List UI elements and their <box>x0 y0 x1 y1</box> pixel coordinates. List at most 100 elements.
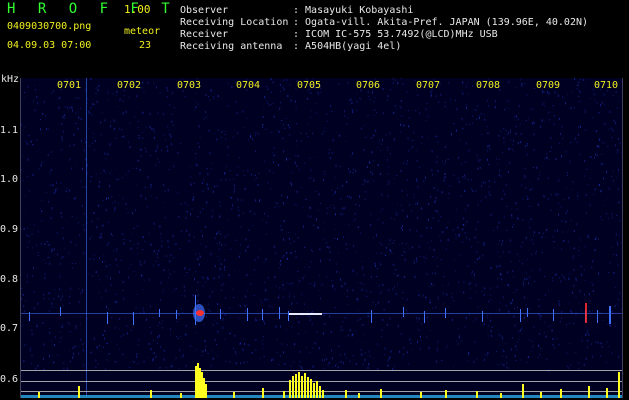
noise-dot <box>566 352 568 354</box>
noise-dot <box>367 315 369 318</box>
noise-dot <box>400 107 402 109</box>
noise-dot <box>216 232 218 235</box>
noise-dot <box>454 99 456 101</box>
noise-dot <box>387 95 389 98</box>
noise-dot <box>170 365 172 368</box>
noise-dot <box>32 144 34 146</box>
noise-dot <box>115 137 117 139</box>
noise-dot <box>145 150 147 153</box>
noise-dot <box>116 90 118 93</box>
noise-dot <box>451 293 453 295</box>
noise-dot <box>52 249 54 252</box>
noise-dot <box>265 258 267 261</box>
noise-dot <box>319 203 321 204</box>
noise-dot <box>510 129 511 131</box>
noise-dot <box>309 116 311 118</box>
noise-dot <box>498 334 500 336</box>
noise-dot <box>474 261 476 263</box>
noise-dot <box>216 322 218 324</box>
noise-dot <box>68 350 70 352</box>
noise-dot <box>61 215 62 218</box>
noise-dot <box>105 172 107 174</box>
noise-dot <box>189 233 190 236</box>
noise-dot <box>506 133 508 135</box>
noise-dot <box>142 310 144 312</box>
noise-dot <box>523 283 524 285</box>
noise-dot <box>570 142 572 143</box>
noise-dot <box>199 243 201 245</box>
noise-dot <box>516 289 518 291</box>
noise-dot <box>548 177 549 180</box>
noise-dot <box>365 289 367 291</box>
noise-dot <box>95 93 97 95</box>
noise-dot <box>488 180 490 182</box>
noise-dot <box>157 157 159 160</box>
noise-dot <box>113 93 115 95</box>
noise-dot <box>483 242 485 245</box>
noise-dot <box>537 203 539 206</box>
noise-dot <box>465 103 467 106</box>
noise-dot <box>465 208 466 211</box>
noise-dot <box>573 230 575 233</box>
noise-dot <box>525 120 527 121</box>
noise-dot <box>78 116 80 119</box>
noise-dot <box>152 264 154 267</box>
noise-dot <box>418 245 420 247</box>
noise-dot <box>436 210 438 213</box>
noise-dot <box>286 257 288 260</box>
noise-dot <box>81 205 83 207</box>
noise-dot <box>100 172 102 174</box>
noise-dot <box>373 180 375 182</box>
noise-dot <box>515 132 517 135</box>
noise-dot <box>104 119 106 122</box>
noise-dot <box>59 341 61 343</box>
noise-dot <box>577 195 579 197</box>
noise-dot <box>360 282 362 285</box>
carrier-blip <box>262 309 263 320</box>
noise-dot <box>78 301 80 304</box>
noise-dot <box>389 317 391 320</box>
noise-dot <box>488 104 490 107</box>
noise-dot <box>180 356 182 357</box>
noise-dot <box>31 363 33 365</box>
noise-dot <box>464 174 466 177</box>
noise-dot <box>268 277 269 279</box>
noise-dot <box>170 254 172 257</box>
noise-dot <box>548 92 550 95</box>
noise-dot <box>347 234 348 236</box>
noise-dot <box>551 194 553 196</box>
noise-dot <box>141 274 142 277</box>
noise-dot <box>504 193 506 196</box>
noise-dot <box>264 160 266 162</box>
carrier-blip <box>424 311 425 323</box>
spectrogram-canvas <box>20 78 623 398</box>
noise-dot <box>331 152 333 154</box>
noise-dot <box>74 345 76 347</box>
noise-dot <box>422 294 424 297</box>
noise-dot <box>387 147 389 149</box>
histogram-bar <box>522 384 524 398</box>
noise-dot <box>353 220 355 222</box>
noise-dot <box>72 109 73 112</box>
noise-dot <box>110 284 112 286</box>
noise-dot <box>612 170 614 172</box>
noise-dot <box>476 154 478 157</box>
noise-dot <box>463 217 465 220</box>
noise-dot <box>367 115 369 116</box>
noise-dot <box>463 280 465 283</box>
noise-dot <box>434 199 436 202</box>
noise-dot <box>437 265 438 267</box>
noise-dot <box>323 229 325 231</box>
noise-dot <box>448 315 449 316</box>
noise-dot <box>270 189 272 190</box>
noise-dot <box>181 294 183 296</box>
noise-dot <box>255 318 257 321</box>
noise-dot <box>390 350 392 353</box>
noise-dot <box>401 255 403 256</box>
noise-dot <box>92 133 94 135</box>
noise-dot <box>578 247 580 249</box>
noise-dot <box>349 329 351 332</box>
noise-dot <box>38 168 40 170</box>
noise-dot <box>607 145 609 147</box>
x-tick-label: 0709 <box>536 80 561 91</box>
